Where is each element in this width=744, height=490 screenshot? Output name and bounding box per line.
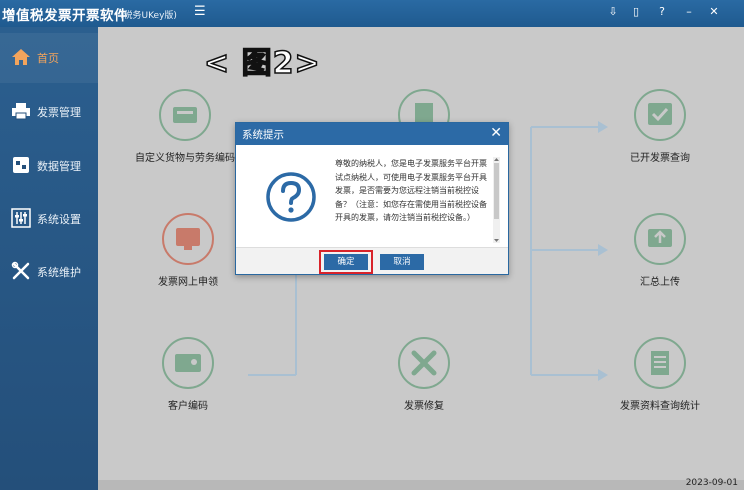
feature-label: 汇总上传	[640, 277, 680, 288]
sidebar: 首页 发票管理 数据管理 系统设置 系统维护	[0, 27, 98, 490]
dialog-footer: 确定 取消	[236, 247, 508, 274]
sidebar-item-home[interactable]: 首页	[0, 33, 98, 83]
feature-label: 发票网上申领	[158, 277, 218, 288]
sidebar-item-system-maintenance[interactable]: 系统维护	[0, 247, 98, 297]
app-title: 增值税发票开票软件	[2, 8, 128, 24]
title-bar: 增值税发票开票软件 (税务UKey版) ☰ ⇩ ▯ ? – ✕	[0, 0, 744, 27]
sidebar-item-label: 首页	[37, 52, 59, 65]
dialog-header: 系统提示 ✕	[236, 123, 508, 145]
checklist-icon	[634, 89, 686, 141]
sidebar-item-label: 系统维护	[37, 266, 81, 279]
id-card-icon	[162, 337, 214, 389]
feature-label: 已开发票查询	[630, 153, 690, 164]
confirm-button[interactable]: 确定	[324, 254, 368, 270]
download-icon[interactable]: ⇩	[606, 5, 620, 19]
home-icon	[12, 49, 30, 65]
feature-invoice-online-apply[interactable]: 发票网上申领	[138, 213, 238, 288]
feature-label: 发票修复	[404, 401, 444, 412]
sidebar-item-label: 数据管理	[37, 160, 81, 173]
printer-icon	[12, 103, 30, 120]
minimize-icon[interactable]: –	[682, 5, 696, 19]
feature-invoice-repair[interactable]: 发票修复	[374, 337, 474, 412]
sliders-icon	[11, 208, 31, 228]
feature-custom-goods[interactable]: 自定义货物与劳务编码	[120, 89, 250, 164]
question-icon	[266, 172, 316, 222]
dialog-message: 尊敬的纳税人，您是电子发票服务平台开票试点纳税人，可使用电子发票服务平台开具发票…	[335, 159, 487, 222]
feature-issued-query[interactable]: 已开发票查询	[605, 89, 715, 164]
close-icon[interactable]: ✕	[490, 125, 502, 141]
system-prompt-dialog: 系统提示 ✕ 尊敬的纳税人，您是电子发票服务平台开票试点纳税人，可使用电子发票服…	[235, 122, 509, 275]
sidebar-item-system-settings[interactable]: 系统设置	[0, 194, 98, 244]
app-subtitle: (税务UKey版)	[120, 11, 177, 21]
dialog-title: 系统提示	[242, 129, 284, 141]
feature-label: 发票资料查询统计	[620, 401, 700, 412]
sidebar-item-label: 系统设置	[37, 213, 81, 226]
feature-invoice-stats[interactable]: 发票资料查询统计	[605, 337, 715, 412]
upload-icon	[634, 213, 686, 265]
tools-icon	[398, 337, 450, 389]
feature-customer-code[interactable]: 客户编码	[138, 337, 238, 412]
wrench-icon	[11, 261, 30, 280]
status-date: 2023-09-01	[685, 478, 738, 488]
manual-icon[interactable]: ▯	[629, 5, 643, 19]
menu-toggle-icon[interactable]: ☰	[194, 4, 210, 20]
online-apply-icon	[162, 213, 214, 265]
report-icon	[634, 337, 686, 389]
goods-icon	[159, 89, 211, 141]
feature-summary-upload[interactable]: 汇总上传	[610, 213, 710, 288]
help-icon[interactable]: ?	[655, 5, 669, 19]
close-window-icon[interactable]: ✕	[707, 5, 721, 19]
sidebar-item-data-management[interactable]: 数据管理	[0, 141, 98, 191]
feature-label: 自定义货物与劳务编码	[135, 153, 235, 164]
annotation-label: < 图2>	[203, 45, 321, 82]
data-icon	[13, 157, 29, 173]
feature-label: 客户编码	[168, 401, 208, 412]
dialog-scrollbar[interactable]	[493, 157, 500, 243]
status-bar: 2023-09-01	[98, 478, 744, 490]
sidebar-item-label: 发票管理	[37, 106, 81, 119]
sidebar-item-invoice-management[interactable]: 发票管理	[0, 87, 98, 137]
cancel-button[interactable]: 取消	[380, 254, 424, 270]
